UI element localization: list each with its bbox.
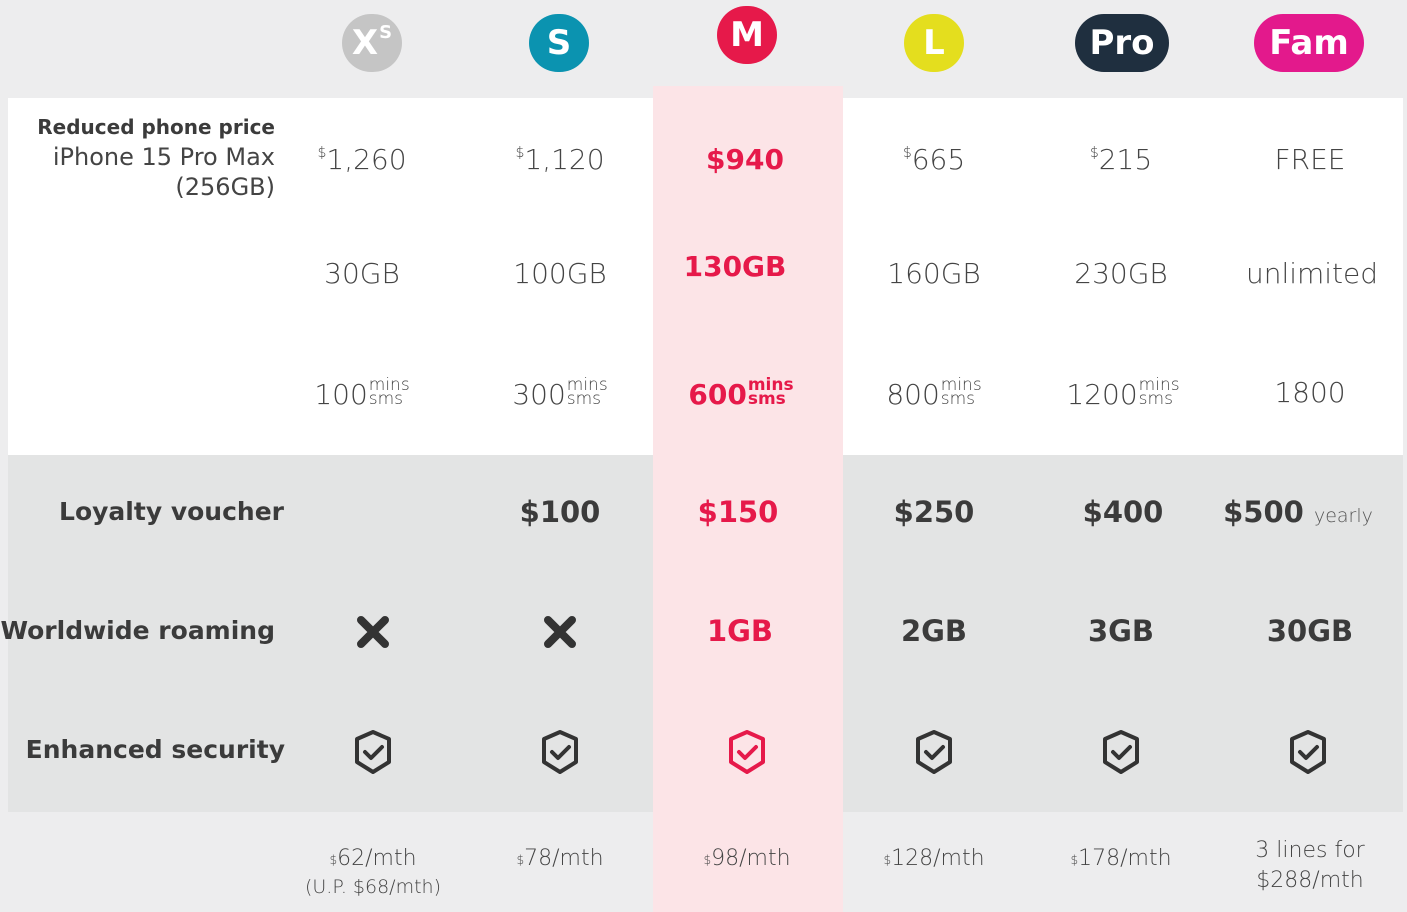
reduced-price-storage: (256GB) — [175, 173, 275, 201]
data-s: 100GB — [513, 257, 607, 290]
talktime-pro: 1200mins sms — [1066, 375, 1180, 412]
reduced-price-label: Reduced phone price iPhone 15 Pro Max (2… — [37, 113, 275, 201]
talktime-l: 800mins sms — [886, 375, 982, 412]
shield-check-icon — [1026, 728, 1216, 776]
security-label: Enhanced security — [25, 735, 285, 764]
plan-badge-m[interactable]: M — [717, 6, 777, 64]
data-fam: unlimited — [1245, 257, 1379, 290]
plan-badge-xs-label: X — [351, 23, 379, 63]
phone-price-l: $665 — [902, 143, 966, 176]
plan-badge-xs-sup: S — [379, 22, 393, 43]
loyalty-l: $250 — [893, 495, 975, 529]
loyalty-fam: $500 yearly — [1223, 495, 1373, 529]
roaming-fam: 30GB — [1266, 614, 1354, 648]
data-l: 160GB — [887, 257, 981, 290]
talktime-s: 300mins sms — [512, 375, 608, 412]
shield-check-icon — [652, 728, 842, 776]
roaming-label: Worldwide roaming — [0, 616, 275, 645]
plan-badge-s-label: S — [546, 23, 572, 63]
phone-price-pro: $215 — [1089, 143, 1153, 176]
phone-price-fam: FREE — [1274, 143, 1346, 176]
x-icon — [278, 614, 468, 650]
loyalty-s: $100 — [519, 495, 601, 529]
plan-badge-pro[interactable]: Pro — [1075, 14, 1169, 72]
monthly-price-s: $78/mth — [516, 846, 604, 871]
reduced-price-model: iPhone 15 Pro Max — [52, 143, 275, 171]
plan-badge-xs[interactable]: XS — [342, 14, 402, 72]
monthly-price-l: $128/mth — [883, 846, 985, 871]
reduced-price-title: Reduced phone price — [37, 115, 275, 139]
talktime-fam: 1800 — [1274, 376, 1346, 409]
data-pro: 230GB — [1074, 257, 1168, 290]
loyalty-pro: $400 — [1082, 495, 1164, 529]
phone-price-m: $940 — [706, 143, 784, 176]
monthly-price-m: $98/mth — [703, 846, 791, 871]
data-m: 130GB — [683, 250, 787, 283]
shield-check-icon — [278, 728, 468, 776]
monthly-price-xs: $62/mth (U.P. $68/mth) — [278, 844, 468, 900]
monthly-price-pro: $178/mth — [1070, 846, 1172, 871]
data-xs: 30GB — [324, 257, 400, 290]
shield-check-icon — [839, 728, 1029, 776]
roaming-m: 1GB — [706, 614, 774, 648]
monthly-price-fam: 3 lines for $288/mth — [1215, 836, 1405, 896]
plan-badge-pro-label: Pro — [1089, 23, 1155, 63]
loyalty-m: $150 — [697, 495, 779, 529]
talktime-xs: 100mins sms — [314, 375, 410, 412]
plan-badge-s[interactable]: S — [529, 14, 589, 72]
loyalty-label: Loyalty voucher — [59, 497, 284, 526]
monthly-price-fam-line1: 3 lines for — [1255, 838, 1365, 863]
shield-check-icon — [465, 728, 655, 776]
phone-price-xs: $1,260 — [317, 143, 407, 176]
roaming-l: 2GB — [900, 614, 968, 648]
plan-badge-fam[interactable]: Fam — [1254, 14, 1364, 72]
talktime-m: 600mins sms — [688, 375, 794, 412]
plan-badge-l-label: L — [923, 23, 945, 63]
roaming-pro: 3GB — [1087, 614, 1155, 648]
loyalty-fam-suffix: yearly — [1313, 505, 1373, 527]
monthly-price-fam-line2: $288/mth — [1256, 868, 1364, 893]
x-icon — [465, 614, 655, 650]
plan-badge-m-label: M — [730, 15, 764, 55]
phone-price-s: $1,120 — [515, 143, 605, 176]
plan-badge-fam-label: Fam — [1269, 23, 1349, 63]
shield-check-icon — [1213, 728, 1403, 776]
monthly-price-xs-usual: (U.P. $68/mth) — [304, 876, 441, 898]
plan-badge-l[interactable]: L — [904, 14, 964, 72]
